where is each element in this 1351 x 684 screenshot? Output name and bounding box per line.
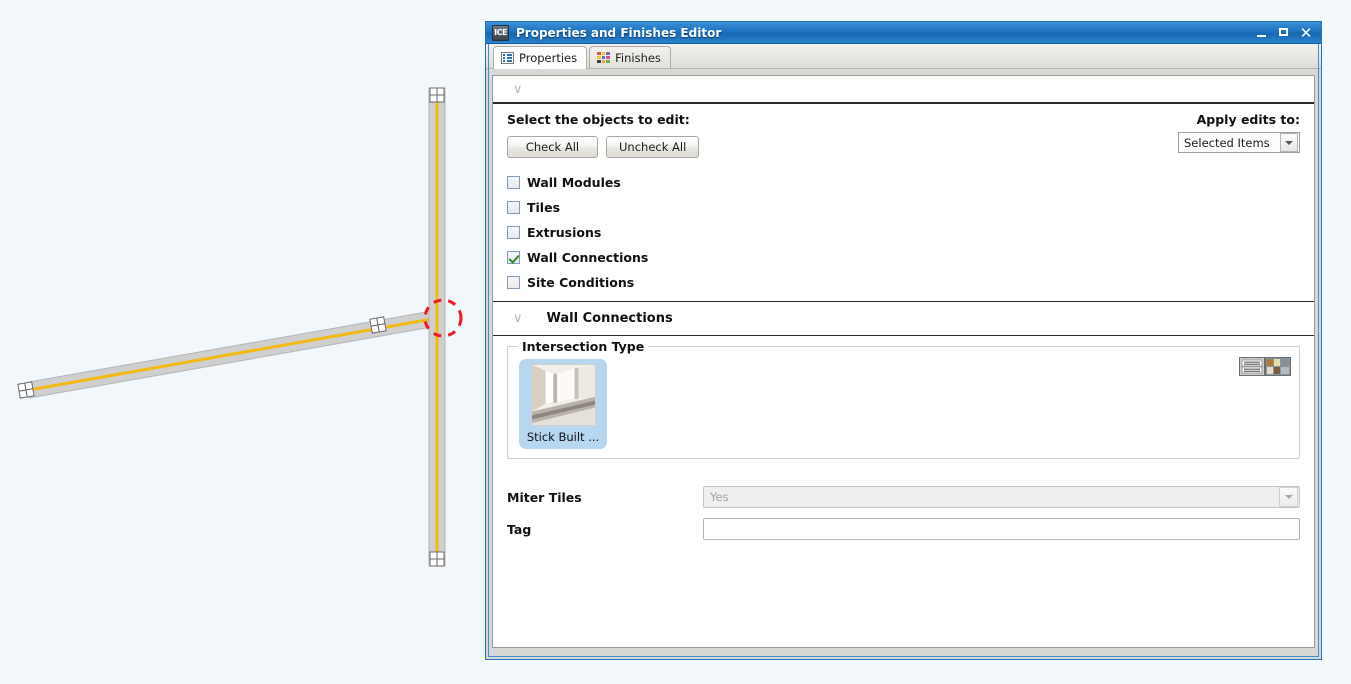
- close-button[interactable]: ✕: [1299, 26, 1313, 41]
- checkbox-label-tiles: Tiles: [527, 200, 561, 215]
- thumbnail-view-icon[interactable]: [1265, 357, 1291, 376]
- list-icon: [501, 52, 514, 64]
- object-type-checkbox-list: Wall Modules Tiles Extrusions Wall Conne…: [507, 170, 1300, 295]
- miter-tiles-value: Yes: [710, 490, 729, 504]
- checkbox-site-conditions[interactable]: [507, 276, 520, 289]
- color-grid-icon: [597, 51, 611, 64]
- checkbox-wall-modules[interactable]: [507, 176, 520, 189]
- wall-endpoint-grip: [429, 551, 445, 567]
- checkbox-label-wall-connections: Wall Connections: [527, 250, 649, 265]
- tag-input[interactable]: [703, 518, 1300, 540]
- properties-and-finishes-editor-window: ICE Properties and Finishes Editor ✕ Pro…: [485, 21, 1322, 660]
- wall-midpoint-grip: [369, 316, 387, 334]
- intersection-type-thumbnail-label: Stick Built ...: [526, 430, 600, 444]
- chevron-down-icon[interactable]: ∨: [513, 83, 523, 96]
- checkbox-row-extrusions[interactable]: Extrusions: [507, 220, 1300, 245]
- field-label-tag: Tag: [507, 521, 532, 537]
- wall-connection-fields: Miter Tiles Yes Tag: [493, 459, 1314, 545]
- top-collapse-bar: ∨: [493, 76, 1314, 104]
- select-objects-region: Select the objects to edit: Apply edits …: [493, 104, 1314, 302]
- cad-wall-plan: [0, 0, 485, 684]
- wall-connections-section-title: Wall Connections: [546, 311, 673, 326]
- checkbox-tiles[interactable]: [507, 201, 520, 214]
- checkbox-wall-connections[interactable]: [507, 251, 520, 264]
- list-view-icon[interactable]: [1239, 357, 1265, 376]
- field-label-miter-tiles: Miter Tiles: [507, 489, 582, 505]
- apply-edits-group: Apply edits to: Selected Items: [1178, 112, 1300, 153]
- checkbox-extrusions[interactable]: [507, 226, 520, 239]
- vertical-wall: [428, 87, 446, 567]
- apply-edits-label: Apply edits to:: [1196, 112, 1300, 127]
- intersection-type-legend: Intersection Type: [518, 339, 649, 354]
- tab-properties[interactable]: Properties: [493, 46, 588, 69]
- cad-drawing-canvas[interactable]: [0, 0, 485, 684]
- chevron-down-icon[interactable]: ∨: [513, 312, 523, 325]
- check-all-button[interactable]: Check All: [507, 136, 598, 158]
- apply-edits-dropdown[interactable]: Selected Items: [1178, 132, 1300, 153]
- chevron-down-icon[interactable]: [1279, 487, 1298, 507]
- wall-endpoint-grip: [17, 381, 35, 399]
- chevron-down-icon[interactable]: [1280, 133, 1298, 152]
- tab-strip: Properties Finishes: [486, 44, 1321, 69]
- window-title: Properties and Finishes Editor: [516, 26, 722, 40]
- window-controls: ✕: [1255, 26, 1317, 41]
- tab-finishes-label: Finishes: [615, 50, 661, 65]
- checkbox-row-wall-modules[interactable]: Wall Modules: [507, 170, 1300, 195]
- miter-tiles-dropdown[interactable]: Yes: [703, 486, 1300, 508]
- title-bar: ICE Properties and Finishes Editor ✕: [486, 22, 1321, 44]
- field-row-tag: Tag: [507, 513, 1300, 545]
- checkbox-row-tiles[interactable]: Tiles: [507, 195, 1300, 220]
- checkbox-label-wall-modules: Wall Modules: [527, 175, 621, 190]
- dialog-body: ∨ Select the objects to edit: Apply edit…: [492, 75, 1315, 648]
- minimize-button[interactable]: [1255, 26, 1269, 40]
- tab-finishes[interactable]: Finishes: [589, 46, 671, 68]
- checkbox-label-extrusions: Extrusions: [527, 225, 602, 240]
- checkbox-label-site-conditions: Site Conditions: [527, 275, 635, 290]
- tab-properties-label: Properties: [519, 51, 578, 65]
- stick-built-thumbnail-image: [530, 364, 596, 426]
- intersection-type-thumbnail-item[interactable]: Stick Built ...: [519, 359, 607, 449]
- checkbox-row-wall-connections[interactable]: Wall Connections: [507, 245, 1300, 270]
- intersection-type-wrap: Intersection Type Stick Built ...: [493, 336, 1314, 459]
- app-icon: ICE: [492, 25, 509, 41]
- field-row-miter-tiles: Miter Tiles Yes: [507, 481, 1300, 513]
- apply-edits-value: Selected Items: [1184, 135, 1270, 150]
- wall-connections-section-header[interactable]: ∨ Wall Connections: [493, 302, 1314, 336]
- intersection-type-group: Intersection Type Stick Built ...: [507, 339, 1300, 459]
- uncheck-all-button[interactable]: Uncheck All: [606, 136, 700, 158]
- view-mode-toggles: [1239, 357, 1291, 376]
- wall-endpoint-grip: [429, 87, 445, 103]
- checkbox-row-site-conditions[interactable]: Site Conditions: [507, 270, 1300, 295]
- maximize-button[interactable]: [1277, 26, 1291, 40]
